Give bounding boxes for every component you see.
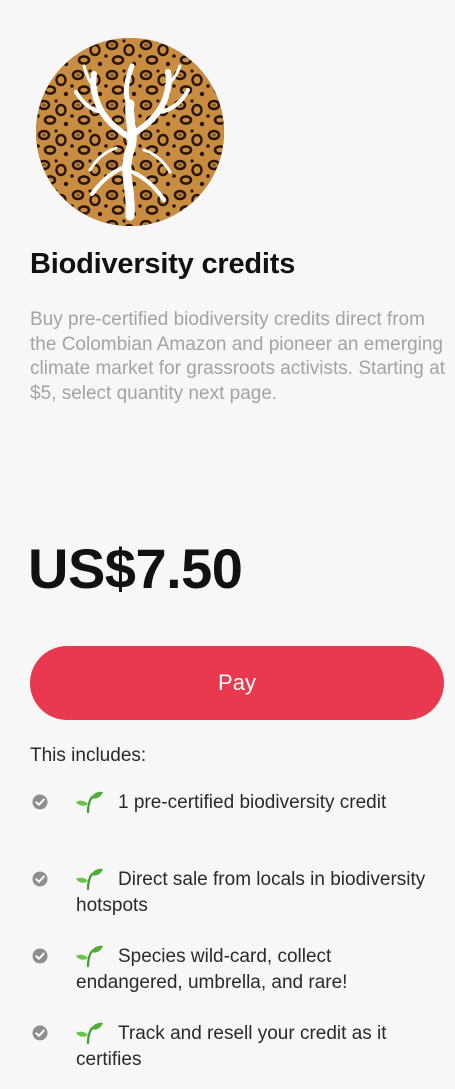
includes-heading: This includes: bbox=[30, 745, 147, 766]
list-item: 1 pre-certified biodiversity credit bbox=[30, 790, 440, 864]
check-circle-icon bbox=[32, 794, 48, 810]
list-item: Species wild-card, collect endangered, u… bbox=[30, 944, 440, 1018]
checkout-page: Biodiversity credits Buy pre-certified b… bbox=[0, 0, 455, 1089]
check-circle-icon bbox=[32, 871, 48, 887]
leopard-tree-logo-icon bbox=[36, 38, 224, 226]
include-item-text: Direct sale from locals in biodiversity … bbox=[76, 869, 426, 916]
product-title: Biodiversity credits bbox=[30, 248, 296, 280]
product-description: Buy pre-certified biodiversity credits d… bbox=[30, 309, 445, 404]
include-item-text: 1 pre-certified biodiversity credit bbox=[118, 792, 387, 813]
check-circle-icon bbox=[32, 948, 48, 964]
price-label: US$7.50 bbox=[28, 537, 243, 600]
list-item: Direct sale from locals in biodiversity … bbox=[30, 867, 440, 941]
include-item-text: Track and resell your credit as it certi… bbox=[76, 1023, 387, 1070]
check-circle-icon bbox=[32, 1025, 48, 1041]
list-item: Track and resell your credit as it certi… bbox=[30, 1021, 440, 1089]
include-item-text: Species wild-card, collect endangered, u… bbox=[76, 946, 348, 993]
includes-list: 1 pre-certified biodiversity credit Dire… bbox=[30, 790, 440, 1089]
pay-button[interactable]: Pay bbox=[30, 646, 444, 720]
